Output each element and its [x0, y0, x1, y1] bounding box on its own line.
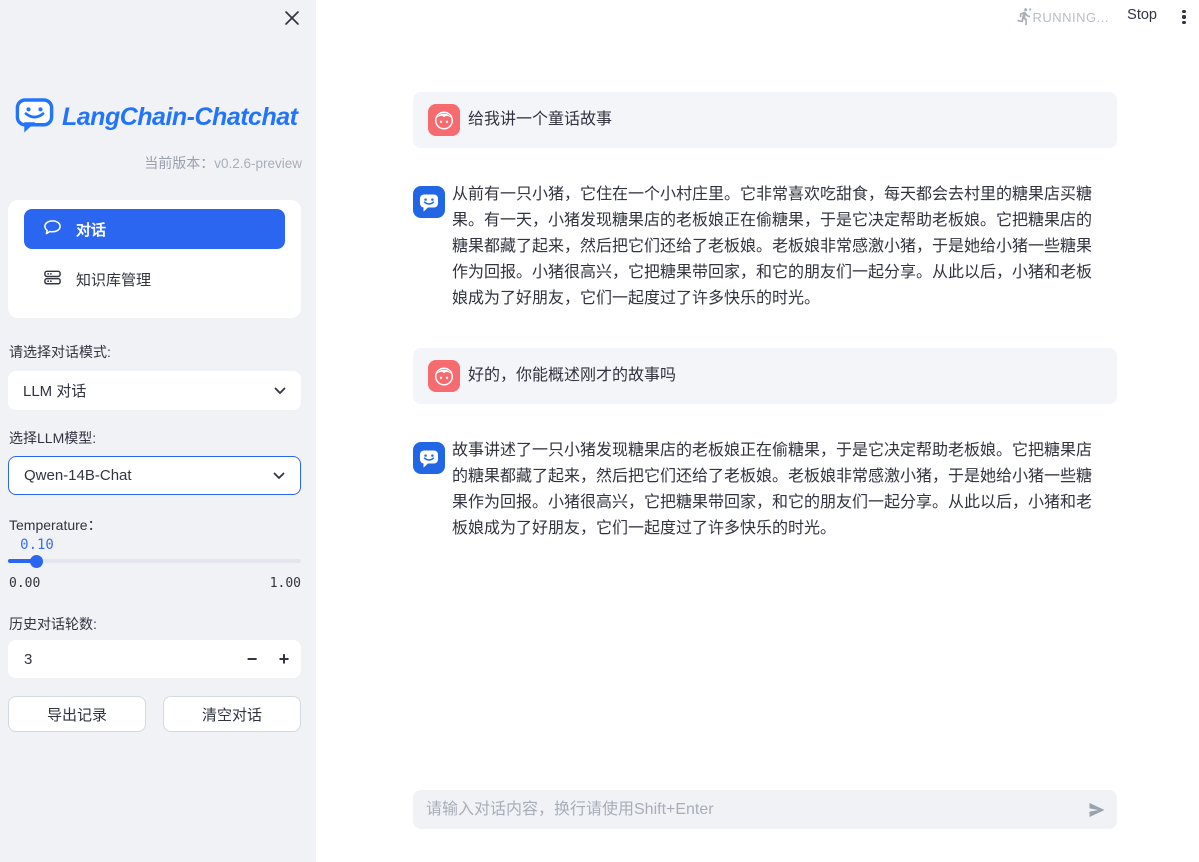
export-history-button[interactable]: 导出记录	[8, 696, 146, 732]
send-icon[interactable]	[1087, 800, 1107, 820]
sidebar: LangChain-Chatchat 当前版本：v0.2.6-preview 对…	[0, 0, 316, 862]
user-message: 好的，你能概述刚才的故事吗	[413, 348, 1117, 404]
user-message: 给我讲一个童话故事	[413, 92, 1117, 148]
temperature-value: 0.10	[20, 537, 54, 553]
dialogue-mode-select[interactable]: LLM 对话	[8, 371, 301, 410]
assistant-avatar	[413, 442, 445, 474]
user-avatar	[428, 360, 460, 392]
assistant-message-text: 从前有一只小猪，它住在一个小村庄里。它非常喜欢吃甜食，每天都会去村里的糖果店买糖…	[452, 182, 1104, 312]
version-info: 当前版本：v0.2.6-preview	[144, 153, 302, 173]
assistant-message: 从前有一只小猪，它住在一个小村庄里。它非常喜欢吃甜食，每天都会去村里的糖果店买糖…	[413, 182, 1117, 312]
app-logo: LangChain-Chatchat	[14, 94, 297, 140]
dialogue-mode-label: 请选择对话模式:	[9, 342, 111, 362]
temperature-slider-track[interactable]	[8, 559, 301, 563]
logo-text: LangChain-Chatchat	[62, 103, 297, 132]
nav-item-label: 对话	[76, 219, 106, 240]
version-label: 当前版本：	[144, 155, 214, 171]
chat-input[interactable]	[413, 790, 1053, 829]
chat-area: 给我讲一个童话故事 从前有一只小猪，它住在一个小村庄里。它非常喜欢吃甜食，每天都…	[413, 0, 1117, 862]
llm-model-value: Qwen-14B-Chat	[24, 467, 132, 484]
knowledge-base-icon	[43, 268, 62, 291]
history-rounds-input-group: − +	[8, 640, 301, 678]
temperature-slider-thumb[interactable]	[30, 555, 43, 568]
temperature-label: Temperature：	[9, 515, 102, 535]
stop-button[interactable]: Stop	[1127, 7, 1157, 23]
temperature-max: 1.00	[270, 576, 301, 591]
llm-model-select[interactable]: Qwen-14B-Chat	[8, 456, 301, 495]
chat-input-container	[413, 790, 1117, 829]
history-rounds-field[interactable]	[8, 640, 208, 678]
kebab-menu-icon[interactable]	[1177, 7, 1191, 27]
assistant-avatar	[413, 186, 445, 218]
nav-card: 对话 知识库管理	[8, 200, 301, 318]
close-sidebar-icon[interactable]	[283, 9, 301, 27]
user-message-text: 好的，你能概述刚才的故事吗	[468, 363, 676, 389]
dialogue-mode-value: LLM 对话	[23, 380, 86, 401]
increment-button[interactable]: +	[267, 640, 301, 678]
assistant-message-text: 故事讲述了一只小猪发现糖果店的老板娘正在偷糖果，于是它决定帮助老板娘。它把糖果店…	[452, 438, 1104, 542]
dialogue-bubble-icon	[43, 218, 62, 241]
chevron-down-icon	[274, 382, 286, 399]
decrement-button[interactable]: −	[235, 640, 269, 678]
nav-item-knowledge-base[interactable]: 知识库管理	[24, 259, 285, 299]
logo-chat-bubble-icon	[14, 94, 55, 140]
user-message-text: 给我讲一个童话故事	[468, 107, 612, 133]
nav-item-label: 知识库管理	[76, 269, 151, 290]
temperature-min: 0.00	[9, 576, 40, 591]
version-value: v0.2.6-preview	[214, 156, 302, 171]
chevron-down-icon	[273, 467, 285, 484]
user-avatar	[428, 104, 460, 136]
assistant-message: 故事讲述了一只小猪发现糖果店的老板娘正在偷糖果，于是它决定帮助老板娘。它把糖果店…	[413, 438, 1117, 542]
nav-item-dialogue[interactable]: 对话	[24, 209, 285, 249]
history-rounds-label: 历史对话轮数:	[9, 614, 97, 634]
clear-dialogue-button[interactable]: 清空对话	[163, 696, 301, 732]
llm-model-label: 选择LLM模型:	[9, 428, 96, 448]
